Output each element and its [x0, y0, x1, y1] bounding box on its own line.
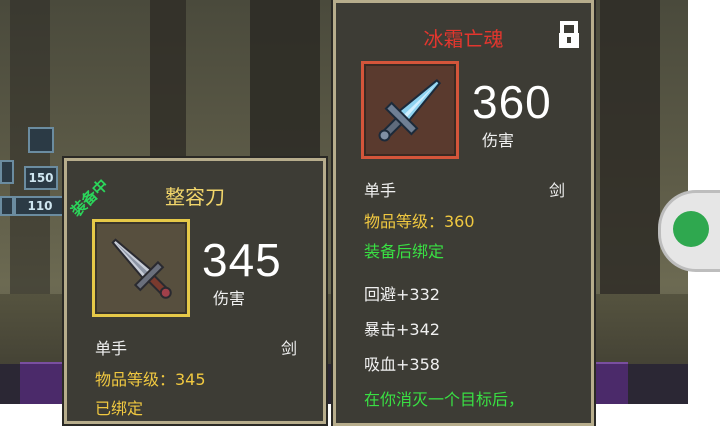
damage-label: 伤害 — [482, 131, 515, 150]
item-icon-frame — [361, 61, 459, 159]
weapon-type: 剑 — [548, 181, 565, 200]
frost-sword-icon — [378, 78, 442, 142]
bottom-bar — [20, 362, 64, 404]
bind-status: 已绑定 — [95, 399, 144, 418]
hand-type: 单手 — [95, 339, 128, 358]
hand-type: 单手 — [364, 181, 397, 200]
chat-icon — [673, 211, 709, 247]
damage-label: 伤害 — [213, 289, 246, 308]
effect-text: 在你消灭一个目标后， — [364, 390, 525, 409]
lock-icon[interactable] — [558, 21, 580, 49]
item-level: 物品等级：345 — [95, 370, 206, 389]
weapon-type: 剑 — [280, 339, 297, 358]
background-tree — [600, 0, 660, 340]
stat-line: 吸血+358 — [364, 355, 440, 374]
hud-counter-label: 110 — [27, 199, 53, 213]
bottom-bar — [588, 362, 628, 404]
hud-counter — [0, 196, 14, 216]
bottom-bar — [628, 364, 688, 404]
damage-value: 360 — [472, 76, 552, 128]
stat-line: 暴击+342 — [364, 320, 440, 339]
item-icon-frame — [92, 219, 190, 317]
item-level: 物品等级：360 — [364, 212, 475, 231]
damage-value: 345 — [202, 234, 282, 286]
hud-counter-label: 150 — [28, 171, 54, 185]
compare-item-card[interactable]: 冰霜亡魂 360 伤害 单手 剑 物品等级：360 装备后绑定 回避+332 暴… — [333, 0, 594, 426]
hud-counter — [0, 160, 14, 184]
sword-icon — [111, 238, 172, 299]
side-chat-button[interactable] — [658, 190, 720, 272]
hud-counter[interactable]: 150 — [24, 166, 58, 190]
stat-line: 回避+332 — [364, 285, 440, 304]
hud-skill-icon[interactable] — [28, 127, 54, 153]
hud-counter[interactable]: 110 — [14, 196, 66, 216]
bind-status: 装备后绑定 — [364, 242, 445, 261]
item-name: 冰霜亡魂 — [423, 27, 504, 51]
